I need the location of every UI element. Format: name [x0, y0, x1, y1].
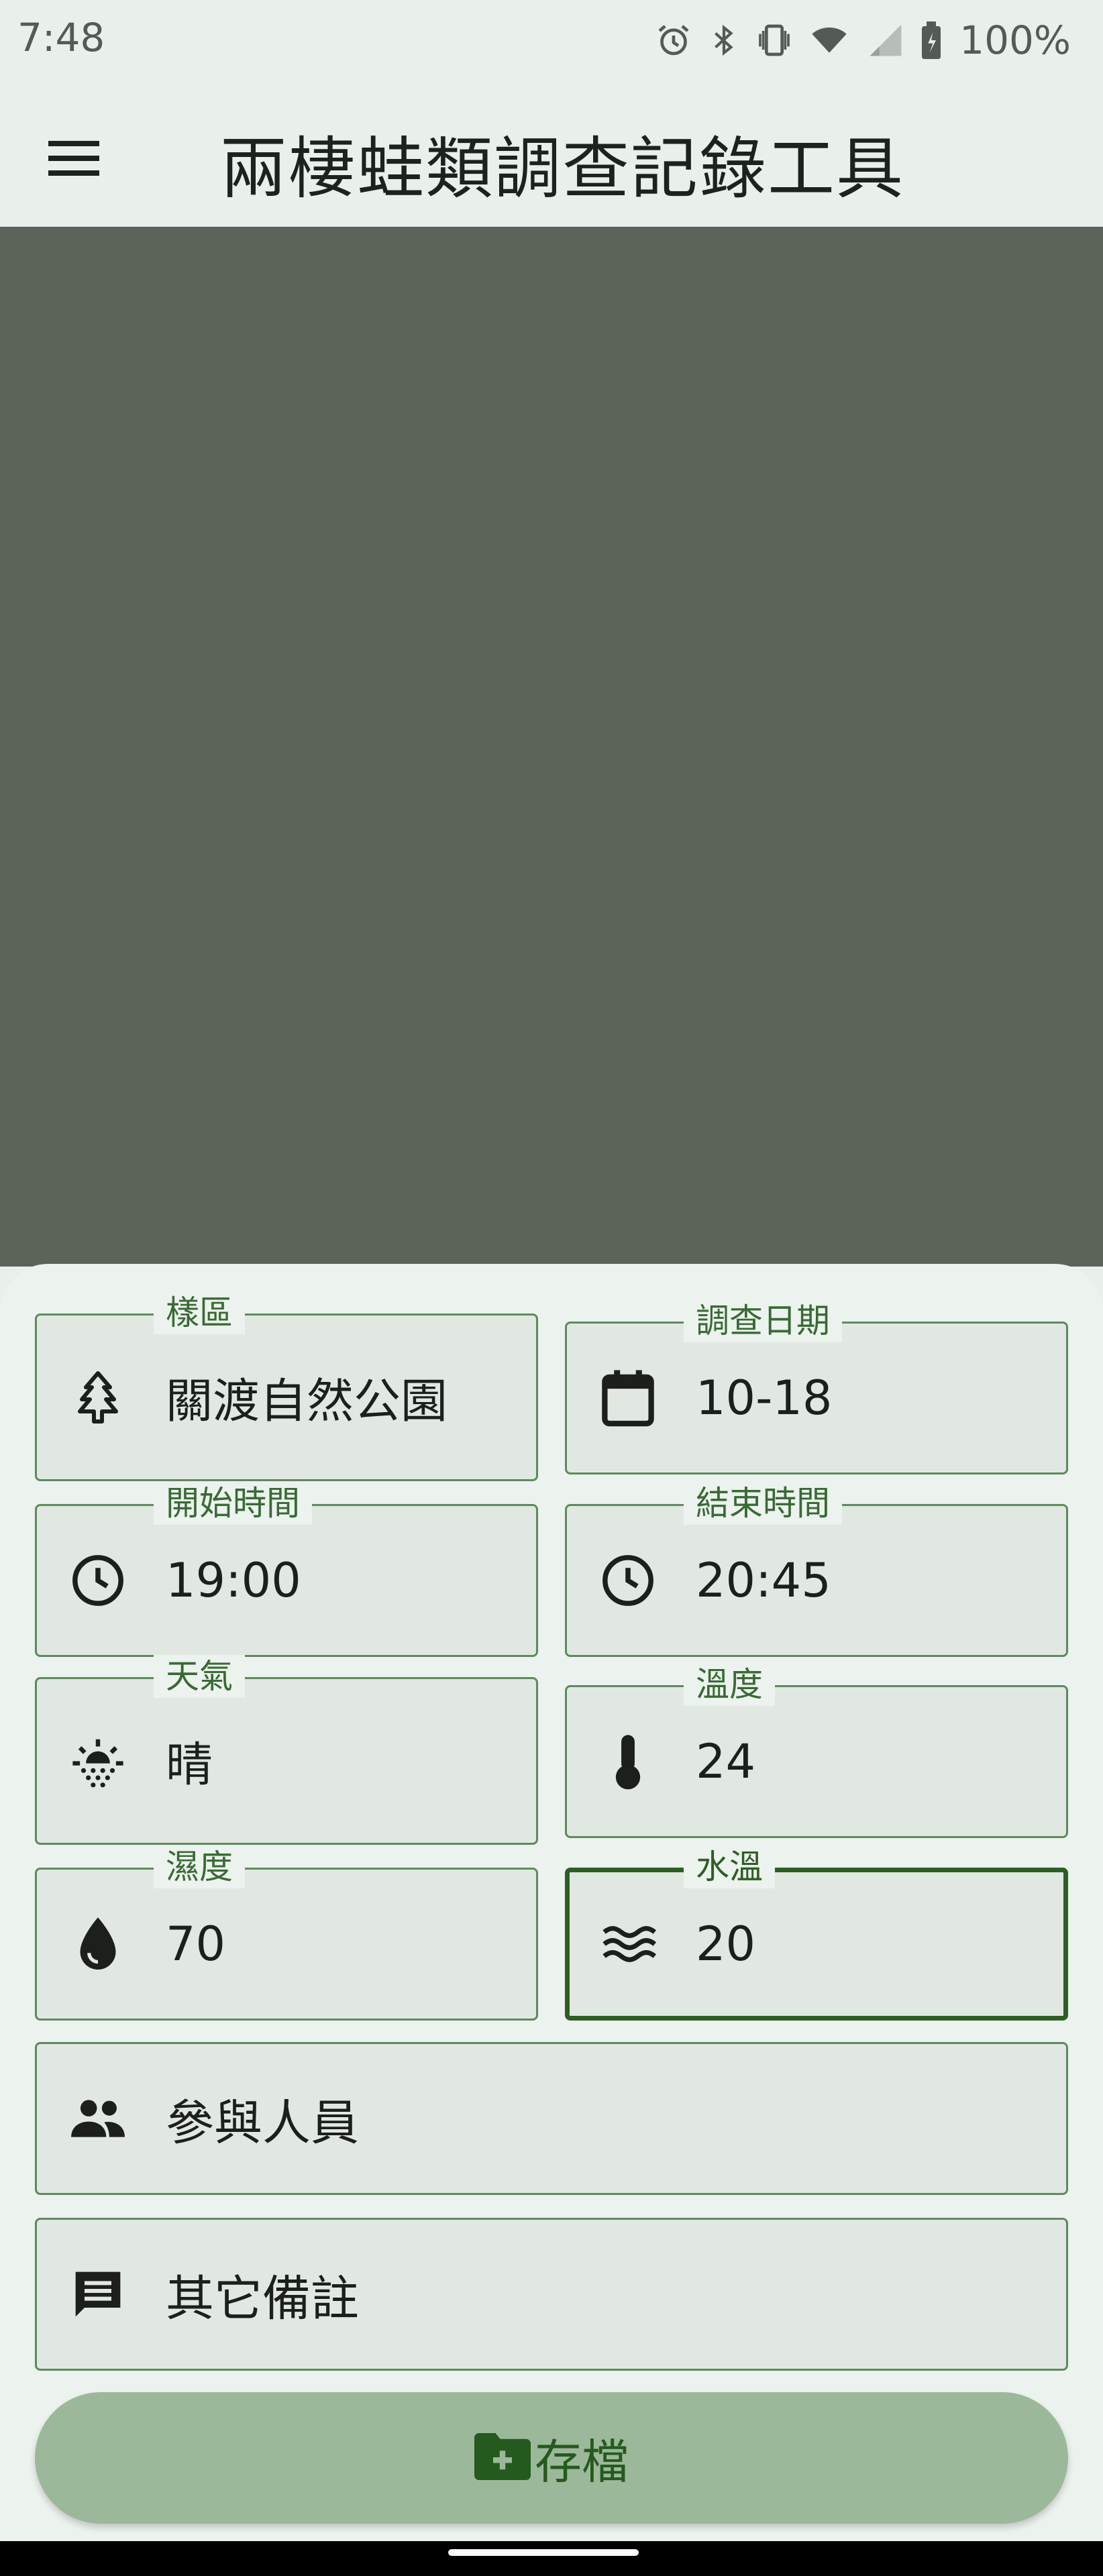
status-icons: 100%	[655, 15, 1071, 66]
menu-button[interactable]	[40, 125, 107, 192]
end-time-field[interactable]: 結束時間 20:45	[565, 1482, 1068, 1657]
weather-sun-icon	[69, 1732, 127, 1790]
menu-icon	[48, 141, 99, 176]
weather-label: 天氣	[154, 1655, 245, 1698]
start-time-label: 開始時間	[154, 1482, 312, 1525]
status-time: 7:48	[17, 15, 105, 60]
clock-icon	[599, 1552, 657, 1609]
bluetooth-icon	[707, 21, 741, 59]
temperature-value: 24	[696, 1734, 756, 1789]
waves-icon	[602, 1915, 660, 1973]
weather-value: 晴	[166, 1737, 213, 1792]
calendar-icon	[599, 1369, 657, 1427]
end-time-label: 結束時間	[684, 1482, 842, 1525]
vibrate-icon	[755, 21, 793, 59]
alarm-icon	[655, 21, 692, 59]
water-temp-label: 水溫	[684, 1845, 775, 1888]
background-scrim[interactable]	[0, 227, 1103, 1267]
save-button-label: 存檔	[535, 2434, 629, 2489]
comment-icon	[69, 2265, 127, 2323]
tree-icon	[69, 1368, 127, 1426]
thermometer-icon	[599, 1733, 657, 1790]
app-title: 兩棲蛙類調查記錄工具	[220, 129, 904, 208]
water-temp-field[interactable]: 水溫 20	[565, 1845, 1068, 2021]
water-drop-icon	[69, 1915, 127, 1973]
battery-percent: 100%	[959, 17, 1071, 63]
start-time-field[interactable]: 開始時間 19:00	[35, 1482, 538, 1657]
humidity-label: 濕度	[154, 1845, 245, 1888]
wifi-icon	[808, 21, 851, 59]
humidity-field[interactable]: 濕度 70	[35, 1845, 538, 2021]
app-bar: 兩棲蛙類調查記錄工具	[0, 80, 1103, 227]
survey-date-value: 10-18	[696, 1371, 833, 1426]
participants-placeholder: 參與人員	[166, 2094, 360, 2151]
cell-signal-icon	[865, 21, 906, 59]
notes-field[interactable]: 其它備註	[35, 2218, 1068, 2371]
start-time-value: 19:00	[166, 1553, 301, 1608]
end-time-value: 20:45	[696, 1553, 831, 1608]
sample-area-field[interactable]: 樣區 關渡自然公園	[35, 1291, 538, 1481]
notes-placeholder: 其它備註	[166, 2270, 360, 2327]
water-temp-value: 20	[696, 1917, 756, 1972]
survey-date-label: 調查日期	[684, 1299, 842, 1342]
system-nav-bar	[0, 2541, 1103, 2576]
temperature-field[interactable]: 溫度 24	[565, 1663, 1068, 1838]
participants-field[interactable]: 參與人員	[35, 2042, 1068, 2195]
survey-date-field[interactable]: 調查日期 10-18	[565, 1299, 1068, 1474]
humidity-value: 70	[166, 1917, 226, 1972]
clock-icon	[69, 1552, 127, 1609]
people-icon	[69, 2090, 127, 2147]
sample-area-value: 關渡自然公園	[166, 1373, 448, 1429]
temperature-label: 溫度	[684, 1663, 775, 1706]
weather-field[interactable]: 天氣 晴	[35, 1655, 538, 1845]
home-gesture-handle[interactable]	[448, 2549, 639, 2556]
status-bar: 7:48 100%	[0, 0, 1103, 80]
sample-area-label: 樣區	[154, 1291, 245, 1334]
battery-icon	[921, 21, 942, 59]
create-folder-icon	[474, 2433, 531, 2483]
save-button[interactable]: 存檔	[35, 2392, 1068, 2524]
